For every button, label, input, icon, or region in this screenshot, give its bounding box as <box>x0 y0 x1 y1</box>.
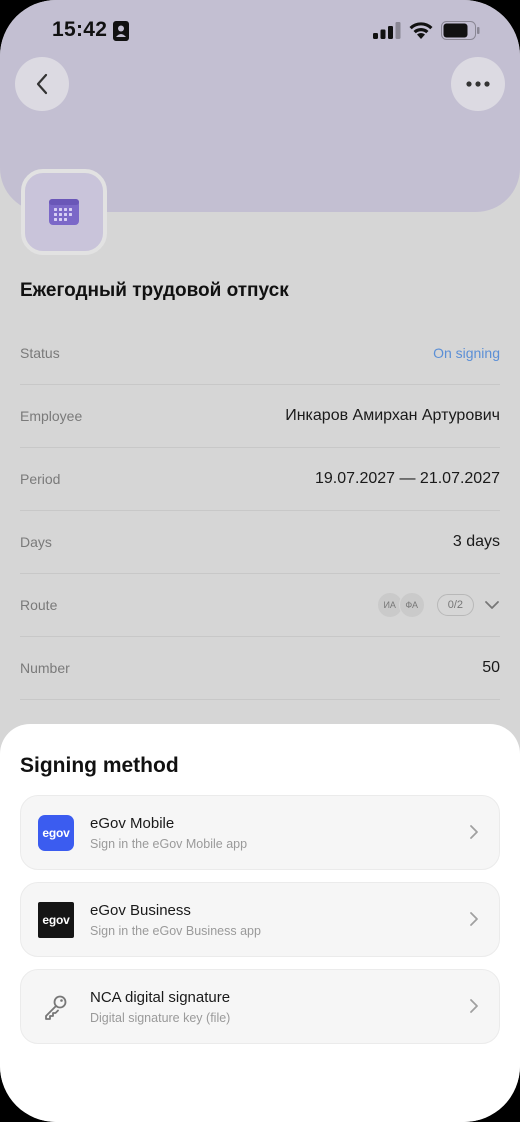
status-row: Status On signing <box>20 322 500 385</box>
phone-screen: 15:42 Ежегодный трудовой отпуск Status O… <box>0 0 520 1122</box>
sheet-title: Signing method <box>20 754 179 777</box>
days-row: Days 3 days <box>20 511 500 574</box>
nca-signature-option[interactable]: NCA digital signature Digital signature … <box>20 969 500 1044</box>
document-type-tile <box>21 169 107 255</box>
status-value: On signing <box>433 345 500 361</box>
calendar-icon <box>49 199 79 225</box>
route-label: Route <box>20 597 58 613</box>
document-details: Status On signing Employee Инкаров Амирх… <box>20 322 500 700</box>
number-label: Number <box>20 660 70 676</box>
egov-business-option[interactable]: egov eGov Business Sign in the eGov Busi… <box>20 882 500 957</box>
chevron-left-icon <box>36 73 48 95</box>
egov-mobile-logo-icon: egov <box>38 815 74 851</box>
option-title: eGov Mobile <box>90 815 175 832</box>
status-label: Status <box>20 345 60 361</box>
days-label: Days <box>20 534 52 550</box>
more-options-button[interactable] <box>451 57 505 111</box>
key-icon <box>38 989 74 1025</box>
avatar: ФА <box>398 592 425 618</box>
logo-text: egov <box>42 826 70 840</box>
wifi-icon <box>408 20 434 44</box>
period-value: 19.07.2027 — 21.07.2027 <box>314 470 500 487</box>
option-title: NCA digital signature <box>90 989 231 1006</box>
option-subtitle: Sign in the eGov Mobile app <box>90 837 248 851</box>
status-time: 15:42 <box>52 18 108 41</box>
route-summary[interactable]: ИА ФА 0/2 <box>376 592 500 618</box>
document-title: Ежегодный трудовой отпуск <box>20 280 289 301</box>
back-button[interactable] <box>15 57 69 111</box>
route-progress-badge: 0/2 <box>436 594 474 616</box>
egov-business-logo-icon: egov <box>38 902 74 938</box>
days-value: 3 days <box>452 533 500 550</box>
chevron-right-icon <box>470 825 478 839</box>
chevron-down-icon[interactable] <box>484 600 500 610</box>
chevron-right-icon <box>470 912 478 926</box>
number-value: 50 <box>482 659 500 676</box>
battery-icon <box>441 21 480 45</box>
contact-card-icon <box>113 21 129 46</box>
option-subtitle: Digital signature key (file) <box>90 1011 231 1025</box>
route-row[interactable]: Route ИА ФА 0/2 <box>20 574 500 637</box>
employee-label: Employee <box>20 408 83 424</box>
logo-text: egov <box>42 913 70 927</box>
number-row: Number 50 <box>20 637 500 700</box>
employee-row: Employee Инкаров Амирхан Артурович <box>20 385 500 448</box>
chevron-right-icon <box>470 999 478 1013</box>
status-bar: 15:42 <box>0 0 520 60</box>
signing-method-sheet: Signing method egov eGov Mobile Sign in … <box>0 724 520 1122</box>
employee-value: Инкаров Амирхан Артурович <box>285 407 500 424</box>
option-title: eGov Business <box>90 902 191 919</box>
period-row: Period 19.07.2027 — 21.07.2027 <box>20 448 500 511</box>
ellipsis-icon <box>466 81 490 87</box>
option-subtitle: Sign in the eGov Business app <box>90 924 261 938</box>
egov-mobile-option[interactable]: egov eGov Mobile Sign in the eGov Mobile… <box>20 795 500 870</box>
cellular-signal-icon <box>373 22 401 44</box>
period-label: Period <box>20 471 61 487</box>
